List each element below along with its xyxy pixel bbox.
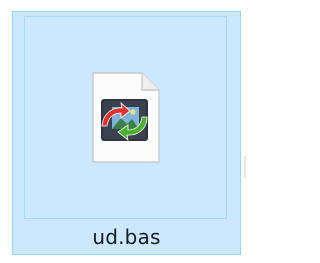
- window-edge-mark: [244, 156, 246, 178]
- explorer-view: ud.bas: [0, 0, 248, 263]
- file-name-label[interactable]: ud.bas: [12, 225, 241, 249]
- image-conversion-file-icon[interactable]: [90, 72, 162, 164]
